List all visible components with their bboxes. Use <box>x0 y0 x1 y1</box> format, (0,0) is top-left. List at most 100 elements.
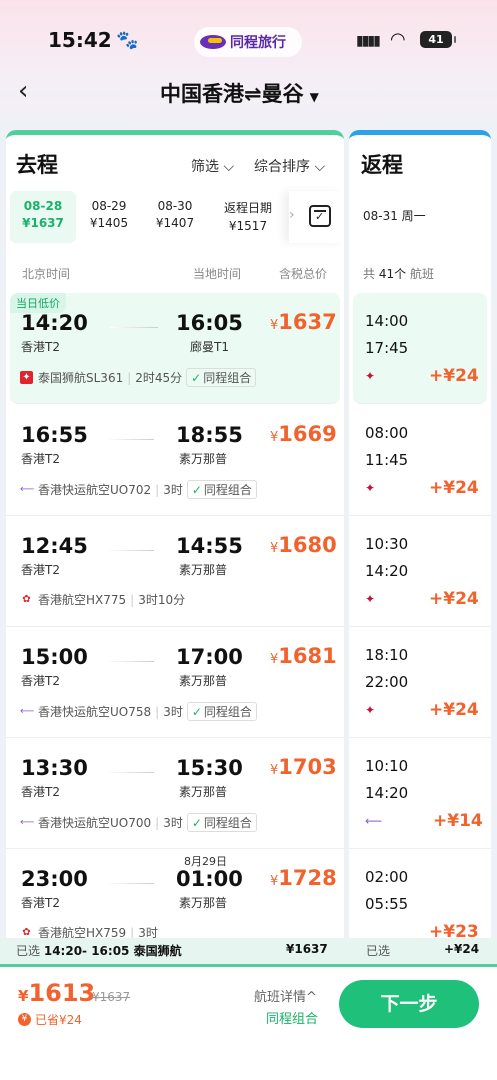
date-label: 返程日期 <box>223 201 272 215</box>
flight-row[interactable]: 12:45 14:55 香港T2 素万那普 ¥1680 ✿ 香港航空HX775 |… <box>6 516 344 627</box>
combo-label: 同程组合 <box>203 371 252 385</box>
ret-add-price: +¥24 <box>429 589 479 609</box>
dep-airport: 香港T2 <box>21 563 60 577</box>
price-value: 1681 <box>278 644 337 668</box>
paw-icon: 🐾 <box>116 30 139 51</box>
count-prefix: 共 <box>363 267 376 281</box>
ret-arr-time: 17:45 <box>365 339 409 357</box>
check-icon: ✓ <box>191 816 202 830</box>
ret-dep-time: 10:10 <box>365 757 409 775</box>
dep-time: 15:00 <box>21 645 88 669</box>
return-date[interactable]: 08-31 周一 <box>363 207 426 224</box>
col-beijing-time: 北京时间 <box>22 267 71 281</box>
flight-row[interactable]: 16:55 18:55 香港T2 素万那普 ¥1669 ⟵ 香港快运航空UO70… <box>6 405 344 516</box>
dep-airport: 香港T2 <box>21 340 60 354</box>
selected-bar: 已选 14:20- 16:05 泰国狮航 ¥1637 已选 +¥24 <box>0 938 497 964</box>
arr-airport: 素万那普 <box>179 785 228 799</box>
col-total-price: 含税总价 <box>279 267 328 281</box>
date-strip: 08-28 ¥1637 08-29 ¥1405 08-30 ¥1407 返程日期… <box>10 191 292 243</box>
sort-button[interactable]: 综合排序 ⌵ <box>254 156 325 176</box>
arr-airport: 素万那普 <box>179 674 228 688</box>
arr-time: 16:05 <box>176 311 243 335</box>
airline-name: 香港快运航空UO700 <box>38 816 152 830</box>
wifi-icon: ◠ <box>390 29 406 50</box>
low-price-badge: 当日低价 <box>10 293 66 313</box>
brand-pill[interactable]: 同程旅行 <box>194 27 302 57</box>
coin-icon: ¥ <box>18 1013 31 1026</box>
route-line <box>106 550 154 551</box>
airline-name: 香港快运航空UO758 <box>38 705 152 719</box>
combo-badge: ✓ 同程组合 <box>186 813 257 832</box>
date-tab-return[interactable]: 返程日期 ¥1517 <box>208 191 288 243</box>
ret-add-price: +¥24 <box>429 366 479 386</box>
original-price: ¥1637 <box>92 990 131 1004</box>
ret-dep-time: 08:00 <box>365 424 409 442</box>
return-flight-row[interactable]: 08:00 11:45 ✦ +¥24 <box>349 405 491 516</box>
signal-icon: ▮▮▮▮ <box>356 33 381 49</box>
combo-badge: ✓ 同程组合 <box>186 480 257 499</box>
total-price: ¥1613 <box>18 979 96 1007</box>
selected-return-label: 已选 <box>366 944 391 958</box>
selected-label: 已选 <box>16 944 41 958</box>
return-flight-row[interactable]: 18:10 22:00 ✦ +¥24 <box>349 627 491 738</box>
next-button[interactable]: 下一步 <box>339 980 479 1028</box>
calendar-button[interactable]: › <box>289 191 344 243</box>
hk-express-icon: ⟵ <box>20 706 35 717</box>
dep-time: 12:45 <box>21 534 88 558</box>
flight-price: ¥1680 <box>270 533 337 557</box>
hk-express-icon: ⟵ <box>20 484 35 495</box>
combo-label: 同程组合 <box>266 1012 319 1027</box>
sort-label: 综合排序 <box>254 159 310 175</box>
back-icon[interactable]: ‹ <box>18 76 28 106</box>
outbound-title: 去程 <box>16 153 58 177</box>
price-value: 1728 <box>278 866 337 890</box>
duration: 3时 <box>163 816 183 830</box>
ret-arr-time: 22:00 <box>365 673 409 691</box>
selected-return-price: +¥24 <box>444 942 480 956</box>
saved-label: 已省¥24 <box>35 1013 82 1027</box>
check-icon: ✓ <box>191 705 202 719</box>
route-line <box>110 327 158 328</box>
ret-dep-time: 14:00 <box>365 312 409 330</box>
date-label: 08-28 <box>23 199 63 213</box>
lion-air-icon: ✦ <box>20 371 33 384</box>
airline-logo-icon: ✦ <box>365 703 376 717</box>
selected-outbound: 已选 14:20- 16:05 泰国狮航 <box>16 942 182 959</box>
date-price: ¥1517 <box>228 219 268 233</box>
flight-row[interactable]: 当日低价 14:20 16:05 香港T2 廊曼T1 ¥1637 ✦ 泰国狮航S… <box>10 293 340 404</box>
saved-amount: ¥ 已省¥24 <box>18 1011 82 1028</box>
flight-price: ¥1703 <box>270 755 337 779</box>
flight-row[interactable]: 15:00 17:00 香港T2 素万那普 ¥1681 ⟵ 香港快运航空UO75… <box>6 627 344 738</box>
duration: 2时45分 <box>135 371 183 385</box>
flight-detail-link[interactable]: 航班详情^ <box>254 986 317 1005</box>
flight-row[interactable]: 13:30 15:30 香港T2 素万那普 ¥1703 ⟵ 香港快运航空UO70… <box>6 738 344 849</box>
return-flight-row[interactable]: 10:30 14:20 ✦ +¥24 <box>349 516 491 627</box>
flight-info: ✿ 香港航空HX775 | 3时10分 <box>20 591 185 608</box>
dep-time: 23:00 <box>21 867 88 891</box>
hk-airlines-icon: ✿ <box>22 594 31 605</box>
price-value: 1680 <box>278 533 337 557</box>
ret-arr-time: 14:20 <box>365 784 409 802</box>
date-tab-0830[interactable]: 08-30 ¥1407 <box>142 191 208 243</box>
flight-info: ⟵ 香港快运航空UO702 | 3时 ✓ 同程组合 <box>20 480 257 499</box>
date-tab-0829[interactable]: 08-29 ¥1405 <box>76 191 142 243</box>
route-line <box>106 772 154 773</box>
date-tab-0828[interactable]: 08-28 ¥1637 <box>10 191 76 243</box>
dep-time: 13:30 <box>21 756 88 780</box>
price-value: 1703 <box>278 755 337 779</box>
arr-time: 01:00 <box>176 867 243 891</box>
flight-info: ✦ 泰国狮航SL361 | 2时45分 ✓ 同程组合 <box>20 368 257 387</box>
route-title[interactable]: 中国香港⇌曼谷 ▼ <box>160 78 319 108</box>
dep-airport: 香港T2 <box>21 674 60 688</box>
status-time: 15:42 <box>48 28 112 52</box>
count-value: 41个 <box>378 267 407 281</box>
brand-name: 同程旅行 <box>230 35 286 51</box>
route-text: 中国香港⇌曼谷 <box>160 82 304 106</box>
filter-button[interactable]: 筛选 ⌵ <box>191 156 234 176</box>
dep-airport: 香港T2 <box>21 896 60 910</box>
return-flight-row[interactable]: 10:10 14:20 ⟵ +¥14 <box>349 738 491 849</box>
return-flight-row[interactable]: 14:00 17:45 ✦ +¥24 <box>353 293 487 404</box>
calendar-icon <box>309 205 331 227</box>
ret-arr-time: 14:20 <box>365 562 409 580</box>
airline-logo-icon: ✦ <box>365 592 376 606</box>
